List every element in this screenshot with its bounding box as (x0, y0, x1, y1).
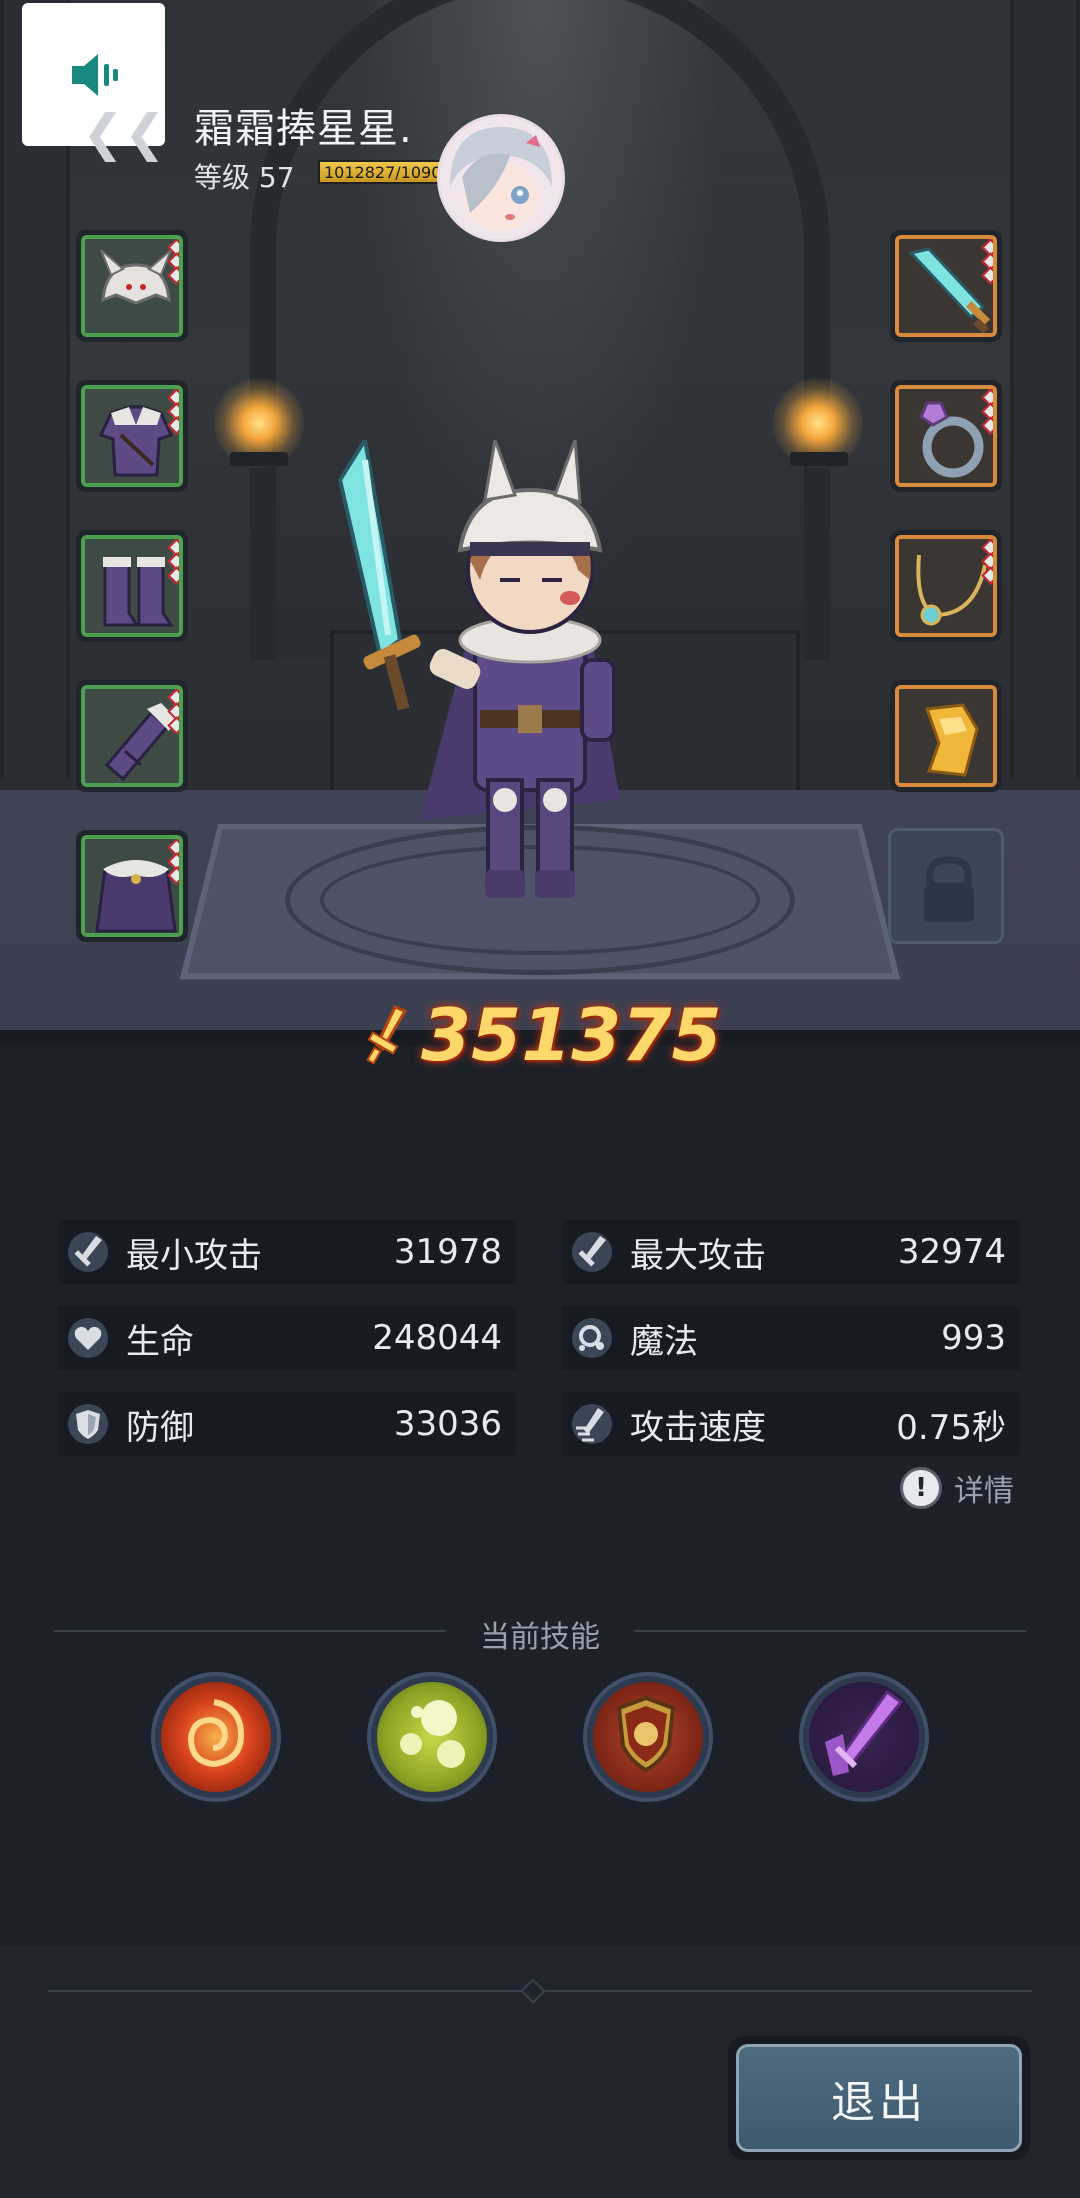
stat-value: 32974 (897, 1232, 1006, 1272)
poison-bubbles-icon (377, 1682, 487, 1792)
stat-label: 最小攻击 (126, 1235, 262, 1276)
bracer-icon (104, 703, 175, 782)
shadow-blade-icon (809, 1682, 919, 1792)
equip-slot-gloves[interactable] (76, 680, 188, 792)
equip-slot-helmet[interactable] (76, 230, 188, 342)
footer-divider-ornament (520, 1978, 546, 2004)
stat-label: 防御 (126, 1407, 194, 1448)
equip-slot-cape[interactable] (76, 830, 188, 942)
back-chevron-icon[interactable]: ❮❮ (82, 108, 166, 158)
stat-value: 248044 (372, 1318, 502, 1358)
torch-base-right (790, 452, 848, 466)
stat-value: 993 (941, 1318, 1006, 1358)
fur-cape-icon (95, 860, 177, 933)
purple-coat-icon (98, 405, 174, 477)
shield-icon (64, 1400, 112, 1448)
equip-slot-necklace[interactable] (890, 530, 1002, 642)
gem-sockets (981, 239, 993, 285)
stat-hp: 生命 248044 (58, 1306, 516, 1370)
equip-slot-locked[interactable] (888, 828, 1004, 944)
equip-slot-ring[interactable] (890, 380, 1002, 492)
speaker-icon (71, 53, 118, 96)
stat-value: 33036 (393, 1404, 502, 1444)
exit-button-label: 退出 (736, 2044, 1022, 2152)
stat-label: 生命 (126, 1321, 194, 1362)
equip-slot-boots[interactable] (76, 530, 188, 642)
player-level: 等级 57 (194, 161, 295, 194)
stat-label: 攻击速度 (630, 1407, 766, 1448)
equip-slot-weapon[interactable] (890, 230, 1002, 342)
exp-text: 1012827/1090 (324, 163, 442, 182)
combat-power-value: 351375 (421, 993, 722, 1077)
player-name: 霜霜捧星星. (194, 106, 413, 152)
gem-sockets (167, 689, 179, 735)
stat-defense: 防御 33036 (58, 1392, 516, 1456)
exclamation-icon: ! (900, 1467, 942, 1509)
hero-character (337, 440, 620, 898)
skill-slot-2[interactable] (367, 1672, 497, 1802)
stat-value: 0.75秒 (896, 1407, 1006, 1448)
fire-vortex-icon (161, 1682, 271, 1792)
equip-slot-relic[interactable] (890, 680, 1002, 792)
empty-slot-icon (924, 856, 974, 922)
skills-title: 当前技能 (480, 1620, 600, 1655)
sword-icon (568, 1228, 616, 1276)
details-label: 详情 (954, 1474, 1014, 1509)
stat-magic: 魔法 993 (562, 1306, 1020, 1370)
pillar-right (1010, 0, 1080, 780)
avatar-portrait (440, 117, 562, 239)
stat-label: 魔法 (630, 1321, 698, 1362)
combat-power: 351375 (365, 990, 722, 1080)
sword-power-icon (366, 1005, 408, 1065)
gem-sockets (981, 539, 993, 585)
skill-slot-4[interactable] (799, 1672, 929, 1802)
pendant-necklace-icon (916, 554, 987, 626)
horned-helmet-icon (100, 249, 172, 305)
stat-attack-speed: 攻击速度 0.75秒 (562, 1392, 1020, 1456)
magic-icon (568, 1314, 616, 1362)
torch-base-left (230, 452, 288, 466)
gem-ring-icon (919, 401, 984, 478)
exit-button[interactable]: 退出 (728, 2036, 1030, 2160)
stat-min-attack: 最小攻击 31978 (58, 1220, 516, 1284)
equip-slot-armor[interactable] (76, 380, 188, 492)
stat-max-attack: 最大攻击 32974 (562, 1220, 1020, 1284)
skill-slot-3[interactable] (583, 1672, 713, 1802)
guardian-shield-icon (593, 1682, 703, 1792)
heart-icon (64, 1314, 112, 1362)
golden-relic-icon (924, 703, 979, 777)
gem-sockets (167, 389, 179, 435)
footer-bar: 退出 (0, 1946, 1080, 2198)
details-button[interactable]: ! 详情 (900, 1466, 1014, 1510)
avatar[interactable] (437, 114, 565, 242)
purple-boots-icon (103, 557, 174, 627)
sword-icon (64, 1228, 112, 1276)
stat-label: 最大攻击 (630, 1235, 766, 1276)
gem-sockets (981, 389, 993, 435)
gem-sockets (167, 539, 179, 585)
skill-slot-1[interactable] (151, 1672, 281, 1802)
gem-sockets (167, 839, 179, 885)
stat-value: 31978 (393, 1232, 502, 1272)
crystal-sword-icon (908, 247, 991, 333)
speed-icon (568, 1400, 616, 1448)
gem-sockets (167, 239, 179, 285)
